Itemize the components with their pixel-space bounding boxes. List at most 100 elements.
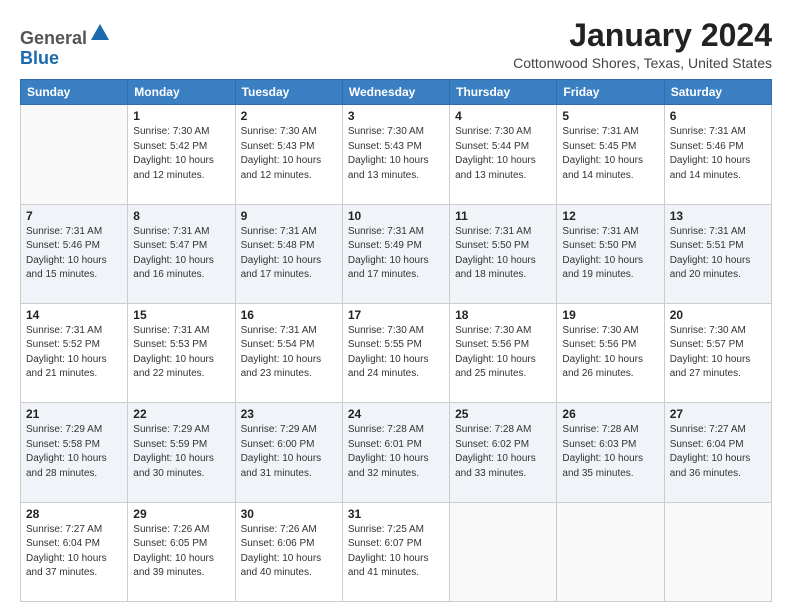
day-number: 18 — [455, 308, 551, 322]
logo: General Blue — [20, 22, 111, 69]
day-info: Sunrise: 7:25 AMSunset: 6:07 PMDaylight:… — [348, 523, 444, 581]
day-info: Sunrise: 7:30 AMSunset: 5:43 PMDaylight:… — [241, 125, 337, 183]
day-info: Sunrise: 7:28 AMSunset: 6:01 PMDaylight:… — [348, 423, 444, 481]
title-block: January 2024 Cottonwood Shores, Texas, U… — [513, 18, 772, 71]
day-info: Sunrise: 7:29 AMSunset: 5:58 PMDaylight:… — [26, 423, 122, 481]
table-row: 14Sunrise: 7:31 AMSunset: 5:52 PMDayligh… — [21, 303, 128, 402]
day-info: Sunrise: 7:30 AMSunset: 5:56 PMDaylight:… — [562, 324, 658, 382]
table-row: 16 Sunrise: 7:31 AMSunset: 5:54 PMDayligh… — [235, 303, 342, 402]
col-monday: Monday — [128, 80, 235, 105]
day-number: 11 — [455, 209, 551, 223]
table-row — [450, 502, 557, 601]
table-row: 4 Sunrise: 7:30 AMSunset: 5:44 PMDaylight… — [450, 105, 557, 204]
day-number: 3 — [348, 109, 444, 123]
table-row: 31 Sunrise: 7:25 AMSunset: 6:07 PMDayligh… — [342, 502, 449, 601]
day-info: Sunrise: 7:27 AMSunset: 6:04 PMDaylight:… — [26, 523, 122, 581]
table-row: 18 Sunrise: 7:30 AMSunset: 5:56 PMDayligh… — [450, 303, 557, 402]
table-row: 27Sunrise: 7:27 AMSunset: 6:04 PMDayligh… — [664, 403, 771, 502]
day-number: 5 — [562, 109, 658, 123]
day-number: 19 — [562, 308, 658, 322]
month-title: January 2024 — [513, 18, 772, 53]
day-number: 24 — [348, 407, 444, 421]
col-wednesday: Wednesday — [342, 80, 449, 105]
day-number: 20 — [670, 308, 766, 322]
col-saturday: Saturday — [664, 80, 771, 105]
calendar-header-row: Sunday Monday Tuesday Wednesday Thursday… — [21, 80, 772, 105]
day-info: Sunrise: 7:30 AMSunset: 5:44 PMDaylight:… — [455, 125, 551, 183]
table-row: 1Sunrise: 7:30 AMSunset: 5:42 PMDaylight… — [128, 105, 235, 204]
day-info: Sunrise: 7:26 AMSunset: 6:05 PMDaylight:… — [133, 523, 229, 581]
logo-icon — [89, 22, 111, 44]
day-info: Sunrise: 7:31 AMSunset: 5:51 PMDaylight:… — [670, 225, 766, 283]
logo-blue-text: Blue — [20, 48, 59, 68]
table-row: 26 Sunrise: 7:28 AMSunset: 6:03 PMDayligh… — [557, 403, 664, 502]
day-info: Sunrise: 7:31 AMSunset: 5:54 PMDaylight:… — [241, 324, 337, 382]
calendar-page: General Blue January 2024 Cottonwood Sho… — [0, 0, 792, 612]
table-row: 12Sunrise: 7:31 AMSunset: 5:50 PMDayligh… — [557, 204, 664, 303]
table-row: 24 Sunrise: 7:28 AMSunset: 6:01 PMDayligh… — [342, 403, 449, 502]
day-number: 9 — [241, 209, 337, 223]
day-number: 30 — [241, 507, 337, 521]
calendar-week-row: 28Sunrise: 7:27 AMSunset: 6:04 PMDayligh… — [21, 502, 772, 601]
day-number: 31 — [348, 507, 444, 521]
table-row: 3Sunrise: 7:30 AMSunset: 5:43 PMDaylight… — [342, 105, 449, 204]
day-number: 6 — [670, 109, 766, 123]
day-info: Sunrise: 7:29 AMSunset: 5:59 PMDaylight:… — [133, 423, 229, 481]
calendar-week-row: 1Sunrise: 7:30 AMSunset: 5:42 PMDaylight… — [21, 105, 772, 204]
day-number: 13 — [670, 209, 766, 223]
day-info: Sunrise: 7:31 AMSunset: 5:46 PMDaylight:… — [26, 225, 122, 283]
col-sunday: Sunday — [21, 80, 128, 105]
calendar-week-row: 21 Sunrise: 7:29 AMSunset: 5:58 PMDayligh… — [21, 403, 772, 502]
day-info: Sunrise: 7:31 AMSunset: 5:50 PMDaylight:… — [455, 225, 551, 283]
day-number: 12 — [562, 209, 658, 223]
table-row: 15Sunrise: 7:31 AMSunset: 5:53 PMDayligh… — [128, 303, 235, 402]
table-row: 11 Sunrise: 7:31 AMSunset: 5:50 PMDayligh… — [450, 204, 557, 303]
table-row — [21, 105, 128, 204]
day-info: Sunrise: 7:31 AMSunset: 5:47 PMDaylight:… — [133, 225, 229, 283]
table-row: 19 Sunrise: 7:30 AMSunset: 5:56 PMDayligh… — [557, 303, 664, 402]
day-number: 27 — [670, 407, 766, 421]
day-info: Sunrise: 7:30 AMSunset: 5:42 PMDaylight:… — [133, 125, 229, 183]
day-number: 2 — [241, 109, 337, 123]
day-info: Sunrise: 7:31 AMSunset: 5:53 PMDaylight:… — [133, 324, 229, 382]
day-number: 26 — [562, 407, 658, 421]
table-row: 21 Sunrise: 7:29 AMSunset: 5:58 PMDayligh… — [21, 403, 128, 502]
calendar-week-row: 14Sunrise: 7:31 AMSunset: 5:52 PMDayligh… — [21, 303, 772, 402]
day-number: 23 — [241, 407, 337, 421]
day-info: Sunrise: 7:28 AMSunset: 6:03 PMDaylight:… — [562, 423, 658, 481]
day-info: Sunrise: 7:31 AMSunset: 5:48 PMDaylight:… — [241, 225, 337, 283]
day-number: 21 — [26, 407, 122, 421]
day-number: 29 — [133, 507, 229, 521]
table-row: 10Sunrise: 7:31 AMSunset: 5:49 PMDayligh… — [342, 204, 449, 303]
table-row: 7 Sunrise: 7:31 AMSunset: 5:46 PMDaylight… — [21, 204, 128, 303]
day-info: Sunrise: 7:30 AMSunset: 5:57 PMDaylight:… — [670, 324, 766, 382]
location: Cottonwood Shores, Texas, United States — [513, 55, 772, 71]
day-number: 25 — [455, 407, 551, 421]
day-number: 8 — [133, 209, 229, 223]
col-thursday: Thursday — [450, 80, 557, 105]
day-number: 4 — [455, 109, 551, 123]
table-row — [664, 502, 771, 601]
table-row: 30 Sunrise: 7:26 AMSunset: 6:06 PMDayligh… — [235, 502, 342, 601]
day-info: Sunrise: 7:29 AMSunset: 6:00 PMDaylight:… — [241, 423, 337, 481]
day-number: 17 — [348, 308, 444, 322]
table-row: 29 Sunrise: 7:26 AMSunset: 6:05 PMDayligh… — [128, 502, 235, 601]
table-row: 22 Sunrise: 7:29 AMSunset: 5:59 PMDayligh… — [128, 403, 235, 502]
day-info: Sunrise: 7:31 AMSunset: 5:45 PMDaylight:… — [562, 125, 658, 183]
day-info: Sunrise: 7:26 AMSunset: 6:06 PMDaylight:… — [241, 523, 337, 581]
day-info: Sunrise: 7:31 AMSunset: 5:46 PMDaylight:… — [670, 125, 766, 183]
table-row: 5 Sunrise: 7:31 AMSunset: 5:45 PMDaylight… — [557, 105, 664, 204]
table-row: 28Sunrise: 7:27 AMSunset: 6:04 PMDayligh… — [21, 502, 128, 601]
day-number: 16 — [241, 308, 337, 322]
calendar-table: Sunday Monday Tuesday Wednesday Thursday… — [20, 79, 772, 602]
day-info: Sunrise: 7:30 AMSunset: 5:56 PMDaylight:… — [455, 324, 551, 382]
day-info: Sunrise: 7:31 AMSunset: 5:52 PMDaylight:… — [26, 324, 122, 382]
day-number: 7 — [26, 209, 122, 223]
day-info: Sunrise: 7:30 AMSunset: 5:55 PMDaylight:… — [348, 324, 444, 382]
calendar-week-row: 7 Sunrise: 7:31 AMSunset: 5:46 PMDaylight… — [21, 204, 772, 303]
header: General Blue January 2024 Cottonwood Sho… — [20, 18, 772, 71]
day-number: 22 — [133, 407, 229, 421]
table-row: 25Sunrise: 7:28 AMSunset: 6:02 PMDayligh… — [450, 403, 557, 502]
table-row: 6 Sunrise: 7:31 AMSunset: 5:46 PMDaylight… — [664, 105, 771, 204]
day-number: 10 — [348, 209, 444, 223]
